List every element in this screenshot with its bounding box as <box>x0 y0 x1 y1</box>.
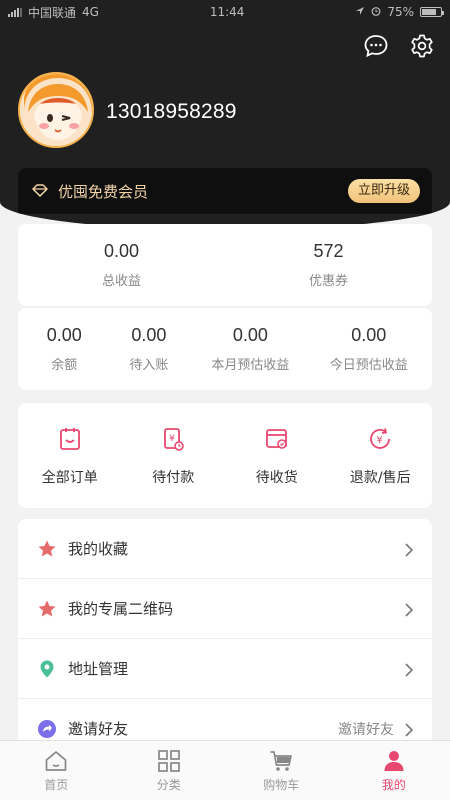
refund-icon: ¥ <box>366 425 394 453</box>
pending-credit[interactable]: 0.00 待入账 <box>107 308 192 390</box>
total-earnings[interactable]: 0.00 总收益 <box>18 224 225 306</box>
tab-home[interactable]: 首页 <box>0 741 113 800</box>
tab-label: 购物车 <box>263 778 300 792</box>
diamond-icon <box>30 181 50 201</box>
network-label: 4G <box>82 5 99 19</box>
battery-level <box>422 9 436 15</box>
menu-item-label: 我的专属二维码 <box>68 600 174 618</box>
tab-profile[interactable]: 我的 <box>338 741 450 800</box>
avatar[interactable] <box>18 72 94 148</box>
stat-label: 待入账 <box>129 358 169 373</box>
menu-item-label: 地址管理 <box>68 660 129 678</box>
stat-value: 0.00 <box>131 325 167 345</box>
stat-value: 0.00 <box>103 241 140 261</box>
share-icon <box>36 718 58 740</box>
cart-icon <box>268 748 294 774</box>
svg-text:¥: ¥ <box>169 434 175 444</box>
stat-value: 0.00 <box>46 325 82 345</box>
monthly-estimated-earnings[interactable]: 0.00 本月预估收益 <box>191 308 309 390</box>
star-icon <box>36 598 58 620</box>
stat-label: 总收益 <box>101 274 141 289</box>
order-label: 待收货 <box>255 469 298 486</box>
balance[interactable]: 0.00 余额 <box>22 308 107 390</box>
profile-header: 中国联通 4G 11:44 75% 13018958289 优囤免费会员 立即升… <box>0 0 450 230</box>
order-pending-delivery[interactable]: 待收货 <box>225 425 329 487</box>
message-icon[interactable] <box>362 32 390 60</box>
tab-label: 分类 <box>156 778 181 792</box>
order-pending-payment[interactable]: ¥ 待付款 <box>122 425 226 487</box>
alarm-icon <box>371 5 381 19</box>
chevron-right-icon <box>404 722 414 737</box>
order-label: 退款/售后 <box>349 469 411 486</box>
coupons[interactable]: 572 优惠券 <box>225 224 432 306</box>
order-all[interactable]: 全部订单 <box>18 425 122 487</box>
settings-menu: 我的收藏 我的专属二维码 地址管理 邀请好友 邀请好友 <box>18 519 432 749</box>
stat-label: 优惠券 <box>308 274 348 289</box>
balance-card: 0.00 余额 0.00 待入账 0.00 本月预估收益 0.00 今日预估收益 <box>18 308 432 390</box>
bottom-tab-bar: 首页 分类 购物车 我的 <box>0 740 450 800</box>
membership-bar[interactable]: 优囤免费会员 立即升级 <box>18 168 432 214</box>
stat-label: 余额 <box>51 358 78 373</box>
tab-label: 我的 <box>381 778 406 792</box>
carrier-label: 中国联通 <box>28 5 77 20</box>
tab-label: 首页 <box>44 778 69 792</box>
payment-pending-icon: ¥ <box>159 425 187 453</box>
category-grid-icon <box>156 748 182 774</box>
tab-category[interactable]: 分类 <box>113 741 226 800</box>
stat-label: 本月预估收益 <box>211 358 290 373</box>
location-pin-icon <box>36 658 58 680</box>
status-bar: 中国联通 4G 11:44 75% <box>0 0 450 24</box>
star-icon <box>36 538 58 560</box>
orders-card: 全部订单 ¥ 待付款 待收货 ¥ 退款/售后 <box>18 403 432 508</box>
chevron-right-icon <box>404 542 414 557</box>
home-icon <box>43 748 69 774</box>
battery-percent: 75% <box>387 5 414 19</box>
profile-icon <box>381 748 407 774</box>
earnings-summary-card: 0.00 总收益 572 优惠券 <box>18 224 432 306</box>
chevron-right-icon <box>404 662 414 677</box>
stat-label: 今日预估收益 <box>329 358 408 373</box>
order-label: 待付款 <box>152 469 195 486</box>
stat-value: 0.00 <box>351 325 387 345</box>
tab-cart[interactable]: 购物车 <box>225 741 338 800</box>
svg-text:¥: ¥ <box>377 435 383 446</box>
menu-item-favorites[interactable]: 我的收藏 <box>18 519 432 579</box>
settings-gear-icon[interactable] <box>408 32 436 60</box>
location-icon <box>355 5 365 19</box>
membership-label: 优囤免费会员 <box>58 182 149 201</box>
order-refund[interactable]: ¥ 退款/售后 <box>329 425 433 487</box>
stat-value: 572 <box>313 241 344 261</box>
upgrade-button[interactable]: 立即升级 <box>347 179 420 203</box>
order-label: 全部订单 <box>41 469 98 486</box>
menu-item-label: 我的收藏 <box>68 540 129 558</box>
stat-value: 0.00 <box>232 325 268 345</box>
daily-estimated-earnings[interactable]: 0.00 今日预估收益 <box>310 308 428 390</box>
signal-icon <box>8 7 22 17</box>
order-list-icon <box>56 425 84 453</box>
menu-item-address[interactable]: 地址管理 <box>18 639 432 699</box>
delivery-pending-icon <box>263 425 291 453</box>
menu-item-qr-code[interactable]: 我的专属二维码 <box>18 579 432 639</box>
clock: 11:44 <box>209 5 245 19</box>
menu-item-label: 邀请好友 <box>68 720 129 738</box>
menu-item-extra: 邀请好友 <box>338 721 394 738</box>
battery-icon <box>420 7 444 17</box>
chevron-right-icon <box>404 602 414 617</box>
user-phone-number: 13018958289 <box>106 100 237 123</box>
